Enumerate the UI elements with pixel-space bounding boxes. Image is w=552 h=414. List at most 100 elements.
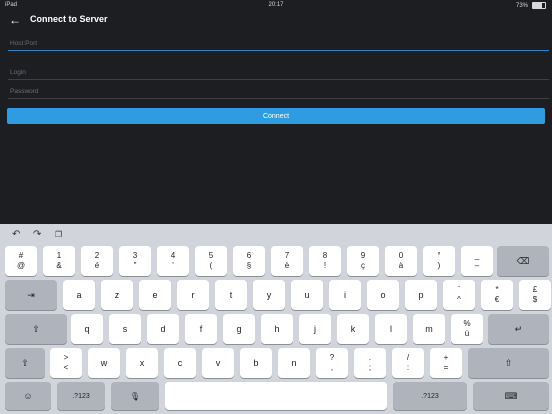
key-7[interactable]: 7è bbox=[271, 246, 303, 276]
key-top-label: 5 bbox=[208, 251, 214, 260]
status-right: 73% bbox=[516, 2, 546, 9]
key-g[interactable]: g bbox=[223, 314, 255, 344]
key-*[interactable]: * € bbox=[481, 280, 513, 310]
key-.[interactable]: .; bbox=[354, 348, 386, 378]
key-8[interactable]: 8! bbox=[309, 246, 341, 276]
key-bottom-label: $ bbox=[532, 295, 538, 304]
key-bottom-label: ! bbox=[323, 261, 327, 270]
key-£[interactable]: £ $ bbox=[519, 280, 551, 310]
key-q[interactable]: q bbox=[71, 314, 103, 344]
key-x[interactable]: x bbox=[126, 348, 158, 378]
key-bottom-label: ; bbox=[368, 363, 372, 372]
key-top-label: 3 bbox=[132, 251, 138, 260]
connect-button[interactable]: Connect bbox=[7, 108, 545, 124]
key-top-label: ° bbox=[437, 251, 441, 260]
key-label: v bbox=[215, 358, 221, 368]
numbers-key-left[interactable]: .?123 bbox=[57, 382, 105, 410]
key-label: e bbox=[152, 290, 158, 300]
key-bottom-label: à bbox=[398, 261, 404, 270]
key-h[interactable]: h bbox=[261, 314, 293, 344]
shift-icon[interactable]: ⇧ bbox=[5, 314, 67, 344]
key-4[interactable]: 4 ' bbox=[157, 246, 189, 276]
globe-icon[interactable]: ☺ bbox=[5, 382, 51, 410]
key-3[interactable]: 3 " bbox=[119, 246, 151, 276]
tab-arrow-icon-glyph: ⇥ bbox=[27, 289, 35, 300]
spacebar[interactable] bbox=[165, 382, 387, 410]
key-top-label: 7 bbox=[284, 251, 290, 260]
key-b[interactable]: b bbox=[240, 348, 272, 378]
key-n[interactable]: n bbox=[278, 348, 310, 378]
key-d[interactable]: d bbox=[147, 314, 179, 344]
key-5[interactable]: 5( bbox=[195, 246, 227, 276]
key-%[interactable]: % ù bbox=[451, 314, 483, 344]
keyboard: ↶ ↷ ❐ # @1 & 2 é 3 " 4 ' 5(6 § 7 è 8! 9 ç 0 à °) _ – ⌫ ⇥ a z e r t y… bbox=[0, 224, 552, 414]
key-0[interactable]: 0à bbox=[385, 246, 417, 276]
key-top-label: . bbox=[368, 353, 372, 362]
key-?[interactable]: ?, bbox=[316, 348, 348, 378]
key-z[interactable]: z bbox=[101, 280, 133, 310]
key-label: w bbox=[100, 358, 108, 368]
key-e[interactable]: e bbox=[139, 280, 171, 310]
keyboard-hide-icon[interactable]: ⌨ bbox=[473, 382, 549, 410]
key-v[interactable]: v bbox=[202, 348, 234, 378]
host-port-input[interactable] bbox=[8, 37, 549, 51]
shift-right-icon[interactable]: ⇧ bbox=[468, 348, 549, 378]
key-¨[interactable]: ¨ ^ bbox=[443, 280, 475, 310]
redo-icon[interactable]: ↷ bbox=[33, 229, 41, 240]
key-1[interactable]: 1 & bbox=[43, 246, 75, 276]
numbers-key-right[interactable]: .?123 bbox=[393, 382, 467, 410]
key-label: n bbox=[291, 358, 297, 368]
key-bottom-label: @ bbox=[16, 261, 26, 270]
login-input[interactable] bbox=[8, 66, 549, 80]
key-t[interactable]: t bbox=[215, 280, 247, 310]
key-r[interactable]: r bbox=[177, 280, 209, 310]
key-f[interactable]: f bbox=[185, 314, 217, 344]
undo-icon[interactable]: ↶ bbox=[12, 229, 20, 240]
key-/[interactable]: /: bbox=[392, 348, 424, 378]
key-_[interactable]: _ – bbox=[461, 246, 493, 276]
numbers-label: .?123 bbox=[72, 392, 90, 400]
key-6[interactable]: 6 § bbox=[233, 246, 265, 276]
key-label: x bbox=[139, 358, 145, 368]
key-top-label: 2 bbox=[94, 251, 100, 260]
key-bottom-label: < bbox=[63, 363, 69, 372]
arrow-left-icon[interactable]: ← bbox=[9, 13, 21, 27]
key->[interactable]: > < bbox=[50, 348, 82, 378]
status-bar: iPad 20:17 73% bbox=[0, 0, 552, 10]
key-top-label: 6 bbox=[246, 251, 252, 260]
key-top-label: 4 bbox=[170, 251, 176, 260]
key-o[interactable]: o bbox=[367, 280, 399, 310]
app-bar: ← Connect to Server bbox=[0, 10, 552, 30]
key-j[interactable]: j bbox=[299, 314, 331, 344]
key-s[interactable]: s bbox=[109, 314, 141, 344]
key-w[interactable]: w bbox=[88, 348, 120, 378]
password-input[interactable] bbox=[8, 85, 549, 99]
key-y[interactable]: y bbox=[253, 280, 285, 310]
key-bottom-label: ù bbox=[464, 329, 470, 338]
key-bottom-label: – bbox=[474, 261, 480, 270]
paste-icon[interactable]: ❐ bbox=[55, 230, 62, 239]
key-top-label: 9 bbox=[360, 251, 366, 260]
return-icon[interactable]: ↵ bbox=[488, 314, 549, 344]
key-bottom-label: " bbox=[133, 261, 137, 270]
key-m[interactable]: m bbox=[413, 314, 445, 344]
microphone-icon[interactable]: 🎙 bbox=[111, 382, 159, 410]
key-u[interactable]: u bbox=[291, 280, 323, 310]
key-°[interactable]: °) bbox=[423, 246, 455, 276]
key-bottom-label: é bbox=[94, 261, 100, 270]
key-+[interactable]: + = bbox=[430, 348, 462, 378]
key-9[interactable]: 9ç bbox=[347, 246, 379, 276]
key-2[interactable]: 2é bbox=[81, 246, 113, 276]
key-#[interactable]: # @ bbox=[5, 246, 37, 276]
shift-left-icon[interactable]: ⇧ bbox=[5, 348, 45, 378]
key-p[interactable]: p bbox=[405, 280, 437, 310]
key-k[interactable]: k bbox=[337, 314, 369, 344]
key-bottom-label: € bbox=[494, 295, 500, 304]
shift-icon-glyph: ⇧ bbox=[32, 323, 40, 334]
backspace-icon[interactable]: ⌫ bbox=[497, 246, 549, 276]
key-l[interactable]: l bbox=[375, 314, 407, 344]
key-a[interactable]: a bbox=[63, 280, 95, 310]
key-c[interactable]: c bbox=[164, 348, 196, 378]
key-i[interactable]: i bbox=[329, 280, 361, 310]
tab-arrow-icon[interactable]: ⇥ bbox=[5, 280, 57, 310]
